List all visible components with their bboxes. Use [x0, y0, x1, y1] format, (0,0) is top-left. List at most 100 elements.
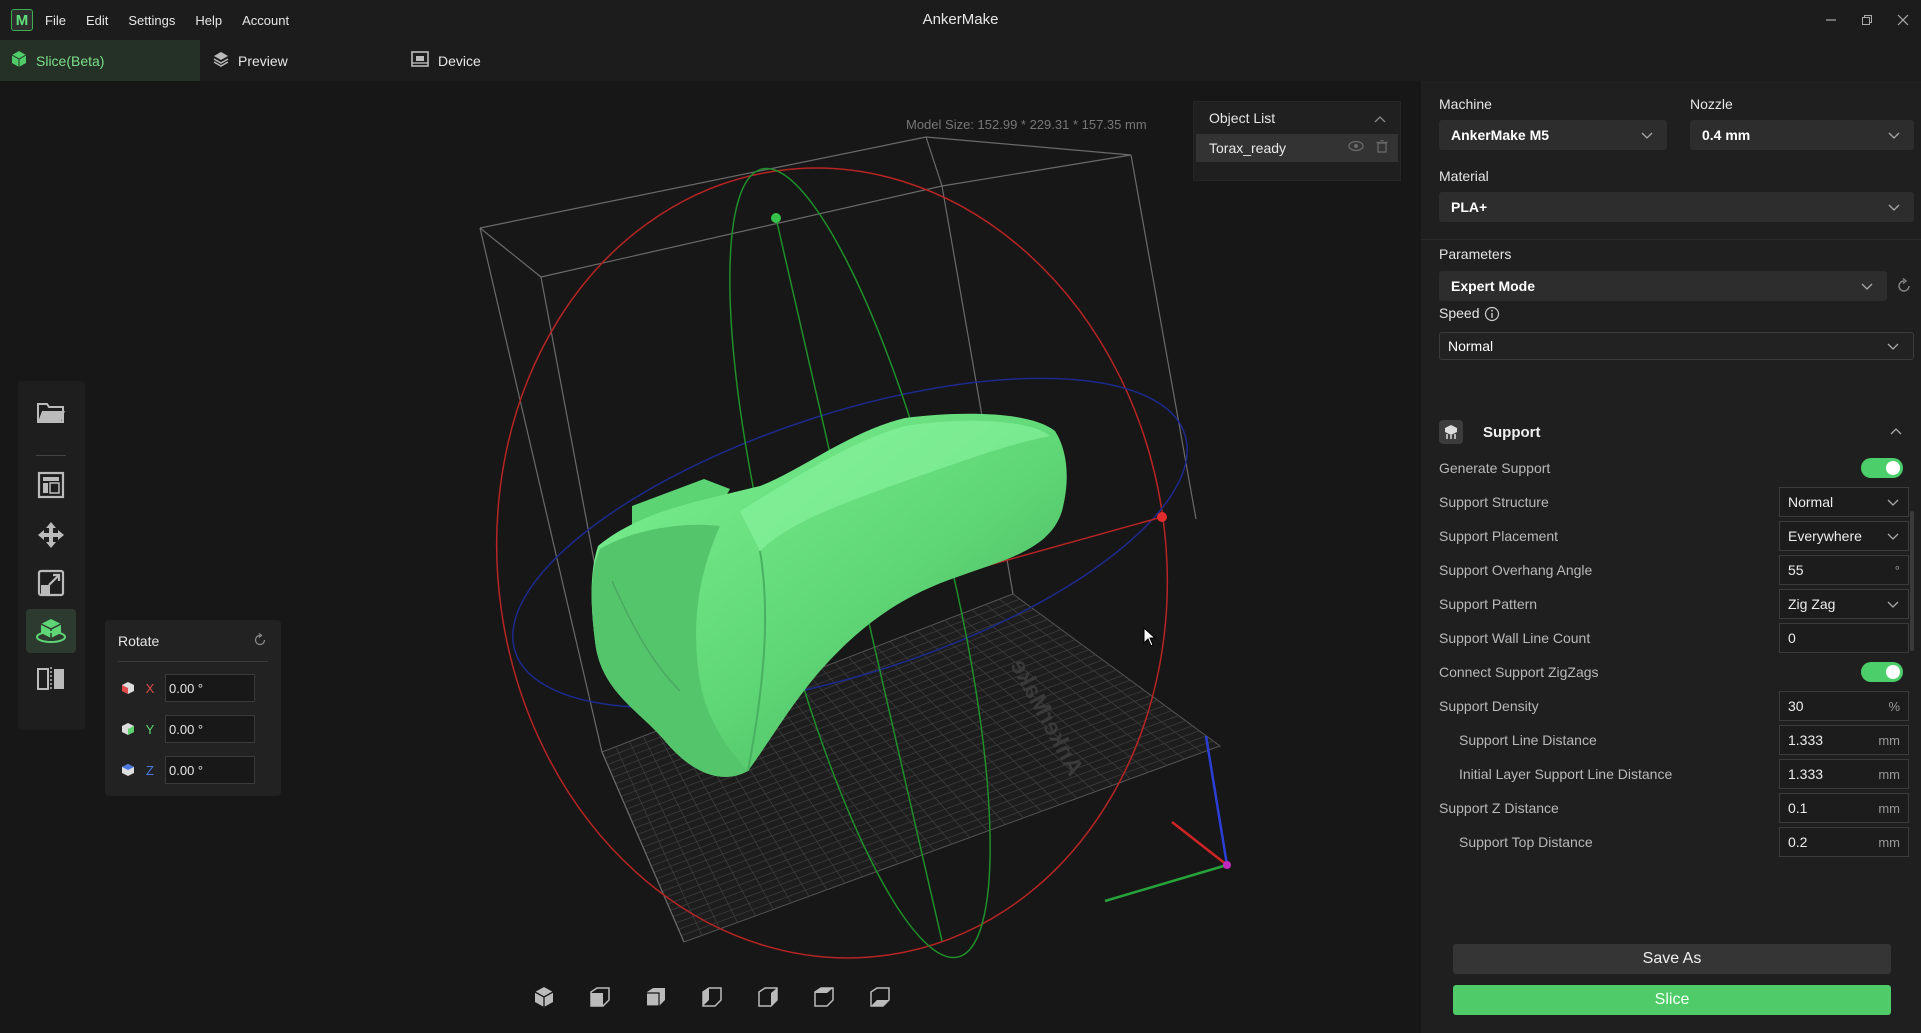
- nozzle-select[interactable]: 0.4 mm: [1690, 120, 1914, 150]
- tool-sidebar: [18, 381, 85, 730]
- setting-value: 0.1: [1788, 800, 1808, 816]
- setting-support-density: Support Density 30 %: [1439, 689, 1909, 723]
- support-structure-select[interactable]: Normal: [1779, 487, 1909, 517]
- 3d-viewport[interactable]: AnkerMake Model Size: 152.99 * 229.31 * …: [0, 81, 1421, 1033]
- bottom-view-icon[interactable]: [866, 983, 894, 1011]
- machine-select[interactable]: AnkerMake M5: [1439, 120, 1667, 150]
- support-line-distance-input[interactable]: 1.333 mm: [1779, 725, 1909, 755]
- setting-label: Support Wall Line Count: [1439, 630, 1591, 646]
- model-size-label: Model Size: 152.99 * 229.31 * 157.35 mm: [906, 117, 1147, 132]
- setting-value: Normal: [1788, 494, 1834, 510]
- rotate-panel-title: Rotate: [118, 633, 160, 649]
- support-section-header[interactable]: Support: [1439, 416, 1909, 448]
- setting-generate-support: Generate Support: [1439, 451, 1909, 485]
- support-pattern-select[interactable]: Zig Zag: [1779, 589, 1909, 619]
- rotate-z-input[interactable]: 0.00 °: [165, 756, 255, 784]
- mouse-cursor-icon: [1143, 627, 1157, 647]
- chevron-up-icon[interactable]: [1889, 424, 1903, 438]
- menu-account[interactable]: Account: [242, 13, 289, 28]
- parameters-select[interactable]: Expert Mode: [1439, 271, 1887, 301]
- menu-help[interactable]: Help: [195, 13, 222, 28]
- connect-zigzags-toggle[interactable]: [1861, 662, 1903, 682]
- tab-slice[interactable]: Slice(Beta): [0, 40, 200, 81]
- menu-edit[interactable]: Edit: [86, 13, 108, 28]
- rotate-icon[interactable]: [26, 609, 76, 653]
- rotate-x-input[interactable]: 0.00 °: [165, 674, 255, 702]
- restore-icon[interactable]: [1849, 0, 1885, 40]
- generate-support-toggle[interactable]: [1861, 458, 1903, 478]
- eye-icon[interactable]: [1348, 140, 1364, 156]
- setting-unit: mm: [1878, 766, 1900, 782]
- scale-icon[interactable]: [26, 561, 76, 605]
- setting-support-line-distance: Support Line Distance 1.333 mm: [1439, 723, 1909, 757]
- setting-value: Everywhere: [1788, 528, 1862, 544]
- setting-initial-layer-support-line-distance: Initial Layer Support Line Distance 1.33…: [1439, 757, 1909, 791]
- slice-button[interactable]: Slice: [1453, 985, 1891, 1015]
- reset-rotation-icon[interactable]: [253, 632, 267, 650]
- close-icon[interactable]: [1885, 0, 1921, 40]
- support-density-input[interactable]: 30 %: [1779, 691, 1909, 721]
- initial-layer-support-line-distance-input[interactable]: 1.333 mm: [1779, 759, 1909, 789]
- setting-unit: %: [1888, 698, 1900, 714]
- app-logo: M: [11, 9, 33, 31]
- setting-unit: mm: [1878, 800, 1900, 816]
- support-icon: [1439, 420, 1463, 444]
- top-view-icon[interactable]: [810, 983, 838, 1011]
- scene-canvas[interactable]: AnkerMake: [0, 81, 1421, 1033]
- chevron-up-icon[interactable]: [1374, 110, 1386, 126]
- settings-scrollbar[interactable]: [1910, 511, 1914, 651]
- material-select[interactable]: PLA+: [1439, 192, 1914, 222]
- setting-label: Support Overhang Angle: [1439, 562, 1593, 578]
- support-placement-select[interactable]: Everywhere: [1779, 521, 1909, 551]
- info-icon[interactable]: [1484, 306, 1500, 322]
- setting-support-pattern: Support Pattern Zig Zag: [1439, 587, 1909, 621]
- speed-select[interactable]: Normal: [1439, 332, 1914, 360]
- setting-label: Support Top Distance: [1459, 834, 1593, 850]
- support-overhang-angle-input[interactable]: 55 °: [1779, 555, 1909, 585]
- gizmo-handle-y[interactable]: [771, 213, 781, 223]
- open-file-icon[interactable]: [26, 391, 76, 435]
- tab-slice-label: Slice(Beta): [36, 52, 105, 69]
- support-top-distance-input[interactable]: 0.2 mm: [1779, 827, 1909, 857]
- setting-unit: mm: [1878, 834, 1900, 850]
- setting-value: 0: [1788, 630, 1796, 646]
- chevron-down-icon: [1887, 601, 1899, 608]
- chevron-down-icon: [1641, 132, 1653, 139]
- machine-value: AnkerMake M5: [1451, 127, 1550, 143]
- minimize-icon[interactable]: [1813, 0, 1849, 40]
- z-axis-label: Z: [146, 762, 154, 778]
- gizmo-handle-x[interactable]: [1157, 512, 1167, 522]
- layout-icon[interactable]: [26, 463, 76, 507]
- setting-value: 1.333: [1788, 766, 1824, 782]
- object-list-item[interactable]: Torax_ready: [1196, 134, 1398, 162]
- reset-parameters-icon[interactable]: [1896, 278, 1912, 294]
- printer-icon: [410, 50, 430, 71]
- setting-support-placement: Support Placement Everywhere: [1439, 519, 1909, 553]
- mirror-icon[interactable]: [26, 657, 76, 701]
- setting-support-structure: Support Structure Normal: [1439, 485, 1909, 519]
- setting-support-overhang-angle: Support Overhang Angle 55 °: [1439, 553, 1909, 587]
- support-z-distance-input[interactable]: 0.1 mm: [1779, 793, 1909, 823]
- ankermake-window: M File Edit Settings Help Account AnkerM…: [0, 0, 1921, 1033]
- save-as-button[interactable]: Save As: [1453, 944, 1891, 974]
- tab-device[interactable]: Device: [400, 40, 600, 81]
- move-icon[interactable]: [26, 513, 76, 557]
- menu-file[interactable]: File: [45, 13, 66, 28]
- back-view-icon[interactable]: [642, 983, 670, 1011]
- setting-unit: mm: [1878, 732, 1900, 748]
- right-view-icon[interactable]: [754, 983, 782, 1011]
- setting-support-wall-line-count: Support Wall Line Count 0: [1439, 621, 1909, 655]
- parameters-value: Expert Mode: [1451, 278, 1536, 294]
- left-view-icon[interactable]: [698, 983, 726, 1011]
- iso-view-icon[interactable]: [530, 983, 558, 1011]
- trash-icon[interactable]: [1376, 139, 1388, 156]
- rotate-z-row: Z 0.00 °: [121, 756, 255, 784]
- setting-unit: °: [1894, 562, 1900, 578]
- object-list-header[interactable]: Object List: [1194, 102, 1400, 134]
- tab-preview[interactable]: Preview: [200, 40, 400, 81]
- tab-device-label: Device: [438, 52, 481, 69]
- menu-settings[interactable]: Settings: [128, 13, 175, 28]
- support-wall-line-count-input[interactable]: 0: [1779, 623, 1909, 653]
- front-view-icon[interactable]: [586, 983, 614, 1011]
- rotate-y-input[interactable]: 0.00 °: [165, 715, 255, 743]
